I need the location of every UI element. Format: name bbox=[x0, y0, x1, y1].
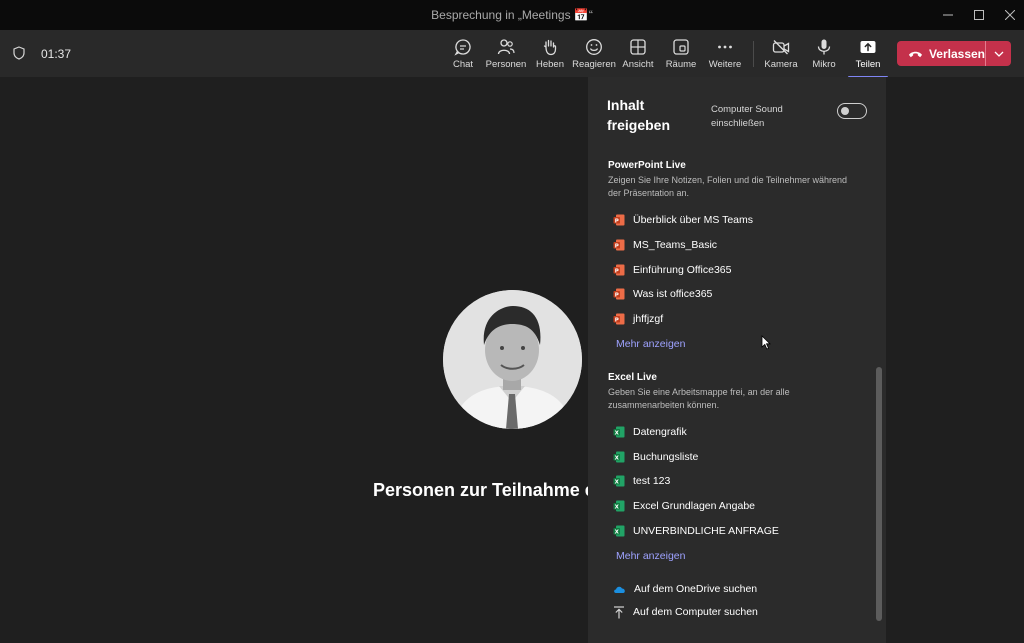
list-item-powerpoint[interactable]: P jhffjzgf bbox=[613, 309, 663, 329]
grid-view-icon bbox=[630, 39, 646, 55]
svg-text:P: P bbox=[615, 317, 619, 323]
close-icon bbox=[1005, 10, 1015, 20]
list-item-powerpoint[interactable]: P MS_Teams_Basic bbox=[613, 235, 717, 255]
people-icon bbox=[497, 39, 515, 55]
share-content-panel: Inhalt freigeben Computer Sound einschli… bbox=[588, 77, 886, 643]
share-button[interactable]: Teilen bbox=[842, 38, 894, 78]
hand-icon bbox=[543, 39, 557, 56]
svg-text:P: P bbox=[615, 268, 619, 274]
list-item-excel[interactable]: X test 123 bbox=[613, 471, 670, 491]
list-item-excel[interactable]: X UNVERBINDLICHE ANFRAGE bbox=[613, 521, 779, 541]
mouse-cursor-icon bbox=[761, 335, 771, 350]
list-item-excel[interactable]: X Buchungsliste bbox=[613, 447, 698, 467]
title-bar: Besprechung in „Meetings 📅“ bbox=[0, 0, 1024, 30]
list-item-powerpoint[interactable]: P Überblick über MS Teams bbox=[613, 210, 753, 230]
svg-text:P: P bbox=[615, 243, 619, 249]
chat-icon bbox=[454, 39, 471, 56]
file-name: Excel Grundlagen Angabe bbox=[633, 500, 756, 512]
toggle-knob bbox=[841, 107, 849, 115]
meeting-toolbar: 01:37 Chat Personen Heben Reagieren Ansi… bbox=[0, 30, 1024, 78]
browse-onedrive-button[interactable]: Auf dem OneDrive suchen bbox=[613, 579, 757, 599]
file-name: UNVERBINDLICHE ANFRAGE bbox=[633, 525, 779, 537]
excel-file-icon: X bbox=[613, 426, 625, 438]
avatar bbox=[443, 290, 582, 429]
shield-icon[interactable] bbox=[13, 46, 25, 60]
microphone-icon bbox=[817, 39, 831, 55]
file-name: Datengrafik bbox=[633, 426, 687, 438]
powerpoint-file-icon: P bbox=[613, 214, 625, 226]
file-name: Überblick über MS Teams bbox=[633, 214, 754, 226]
maximize-button[interactable] bbox=[962, 0, 996, 30]
leave-button[interactable]: Verlassen bbox=[897, 41, 985, 66]
excel-file-icon: X bbox=[613, 451, 625, 463]
powerpoint-file-icon: P bbox=[613, 239, 625, 251]
excel-live-description: Geben Sie eine Arbeitsmappe frei, an der… bbox=[608, 387, 790, 410]
computer-label: Auf dem Computer suchen bbox=[633, 606, 758, 618]
list-item-excel[interactable]: X Datengrafik bbox=[613, 422, 687, 442]
list-item-excel[interactable]: X Excel Grundlagen Angabe bbox=[613, 496, 755, 516]
more-button[interactable]: Weitere bbox=[699, 38, 751, 74]
camera-off-icon bbox=[772, 40, 790, 55]
share-label: Teilen bbox=[855, 59, 881, 70]
minimize-button[interactable] bbox=[931, 0, 965, 30]
file-name: Einführung Office365 bbox=[633, 264, 732, 276]
powerpoint-file-icon: P bbox=[613, 288, 625, 300]
file-name: Was ist office365 bbox=[633, 288, 713, 300]
excel-file-icon: X bbox=[613, 525, 625, 537]
upload-icon bbox=[614, 605, 624, 618]
svg-text:P: P bbox=[615, 218, 619, 224]
toolbar-separator bbox=[753, 41, 754, 67]
window-title: Besprechung in „Meetings 📅“ bbox=[431, 8, 593, 22]
minimize-icon bbox=[943, 14, 953, 16]
file-name: test 123 bbox=[633, 475, 671, 487]
powerpoint-file-icon: P bbox=[613, 264, 625, 276]
excel-file-icon: X bbox=[613, 500, 625, 512]
powerpoint-live-title: PowerPoint Live bbox=[608, 160, 686, 171]
person-photo-icon bbox=[443, 290, 582, 429]
onedrive-cloud-icon bbox=[614, 586, 625, 593]
close-button[interactable] bbox=[993, 0, 1024, 30]
excel-file-icon: X bbox=[613, 475, 625, 487]
file-name: jhffjzgf bbox=[633, 313, 664, 325]
file-name: MS_Teams_Basic bbox=[633, 239, 718, 251]
list-item-powerpoint[interactable]: P Was ist office365 bbox=[613, 284, 712, 304]
list-item-powerpoint[interactable]: P Einführung Office365 bbox=[613, 260, 731, 280]
more-dots-icon bbox=[718, 45, 732, 49]
invite-people-text: Personen zur Teilnahme e bbox=[373, 480, 595, 500]
powerpoint-show-more-link[interactable]: Mehr anzeigen bbox=[616, 338, 685, 350]
rooms-icon bbox=[673, 39, 689, 55]
meeting-timer: 01:37 bbox=[41, 47, 72, 61]
leave-options-button[interactable] bbox=[986, 41, 1011, 66]
powerpoint-file-icon: P bbox=[613, 313, 625, 325]
onedrive-label: Auf dem OneDrive suchen bbox=[634, 583, 758, 595]
more-label: Weitere bbox=[708, 59, 742, 70]
maximize-icon bbox=[974, 10, 984, 20]
browse-computer-button[interactable]: Auf dem Computer suchen bbox=[613, 602, 758, 622]
computer-sound-label: Computer Sound einschließen bbox=[711, 104, 783, 129]
smiley-icon bbox=[586, 39, 602, 55]
leave-button-group: Verlassen bbox=[897, 41, 1011, 66]
computer-sound-toggle[interactable] bbox=[837, 103, 867, 119]
chevron-down-icon bbox=[994, 51, 1003, 57]
panel-scrollbar[interactable] bbox=[876, 367, 882, 621]
excel-live-title: Excel Live bbox=[608, 372, 657, 383]
leave-label: Verlassen bbox=[928, 46, 985, 61]
svg-text:P: P bbox=[615, 292, 619, 298]
excel-show-more-link[interactable]: Mehr anzeigen bbox=[616, 550, 685, 562]
share-screen-icon bbox=[860, 41, 876, 53]
share-panel-title: Inhalt freigeben bbox=[607, 97, 671, 133]
powerpoint-live-description: Zeigen Sie Ihre Notizen, Folien und die … bbox=[608, 175, 847, 198]
file-name: Buchungsliste bbox=[633, 451, 699, 463]
hangup-icon bbox=[908, 51, 923, 57]
